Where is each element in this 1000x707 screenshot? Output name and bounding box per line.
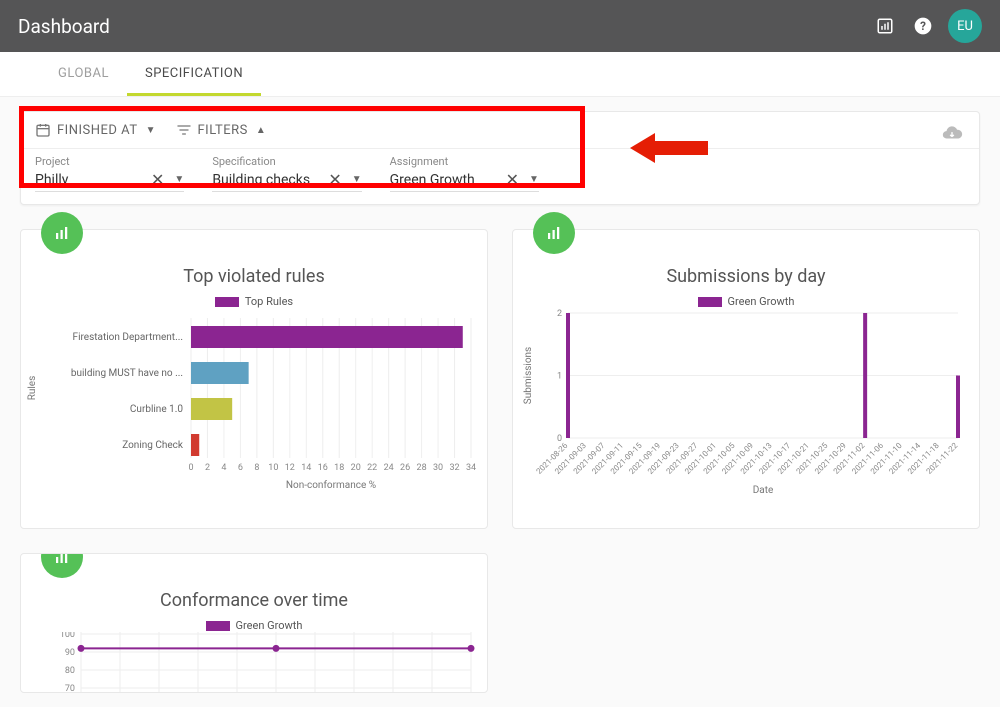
card-top-violated-rules: Top violated rules Top Rules 02468101214…	[20, 229, 488, 529]
chevron-up-icon[interactable]: ▲	[256, 125, 266, 136]
filter-bar: FINISHED AT ▼ FILTERS ▲ Project Philly ✕…	[20, 111, 980, 205]
calendar-icon	[35, 122, 51, 138]
svg-text:20: 20	[351, 463, 361, 473]
svg-text:Rules: Rules	[27, 376, 38, 401]
card-conformance-over-time: Conformance over time Green Growth 60708…	[20, 553, 488, 693]
chart-legend: Top Rules	[21, 295, 487, 308]
filter-value[interactable]: Building checks	[212, 172, 322, 188]
filter-icon	[176, 122, 192, 138]
help-icon[interactable]: ?	[906, 9, 940, 43]
date-chip-label[interactable]: FINISHED AT	[57, 123, 138, 138]
chevron-down-icon[interactable]: ▼	[174, 174, 184, 185]
svg-text:18: 18	[334, 463, 344, 473]
filter-value[interactable]: Green Growth	[390, 172, 500, 188]
filter-label: Assignment	[390, 155, 539, 168]
svg-text:building MUST have no ...: building MUST have no ...	[71, 368, 183, 379]
svg-text:2: 2	[205, 463, 210, 473]
chevron-down-icon[interactable]: ▼	[529, 174, 539, 185]
clear-icon[interactable]: ✕	[328, 170, 341, 189]
svg-text:14: 14	[301, 463, 311, 473]
stats-icon[interactable]	[868, 9, 902, 43]
chevron-down-icon[interactable]: ▼	[146, 125, 156, 136]
svg-text:80: 80	[65, 666, 75, 676]
svg-text:Submissions: Submissions	[523, 347, 534, 404]
svg-text:?: ?	[920, 19, 926, 33]
chart-legend: Green Growth	[21, 619, 487, 632]
chart-badge-icon	[41, 212, 83, 254]
bar-chart-vertical: 0122021-08-262021-09-032021-09-072021-09…	[513, 308, 981, 508]
legend-swatch	[698, 297, 722, 307]
page-title: Dashboard	[18, 15, 110, 38]
svg-text:8: 8	[254, 463, 259, 473]
clear-icon[interactable]: ✕	[151, 170, 164, 189]
svg-text:28: 28	[417, 463, 427, 473]
svg-text:Non-conformance %: Non-conformance %	[286, 479, 376, 491]
svg-text:90: 90	[65, 648, 75, 658]
legend-label: Top Rules	[245, 295, 293, 308]
legend-label: Green Growth	[728, 295, 795, 308]
chart-badge-icon	[533, 212, 575, 254]
chart-badge-icon	[41, 553, 83, 578]
line-chart: 60708090100	[21, 632, 488, 693]
svg-text:Curbline 1.0: Curbline 1.0	[130, 404, 183, 415]
legend-label: Green Growth	[236, 619, 303, 632]
svg-text:4: 4	[221, 463, 226, 473]
legend-swatch	[215, 297, 239, 307]
filter-label: Specification	[212, 155, 361, 168]
svg-text:24: 24	[384, 463, 394, 473]
tabs: GLOBAL SPECIFICATION	[0, 52, 1000, 97]
svg-text:16: 16	[318, 463, 328, 473]
legend-swatch	[206, 621, 230, 631]
filter-project: Project Philly ✕ ▼	[35, 155, 184, 192]
card-title: Conformance over time	[21, 590, 487, 611]
avatar[interactable]: EU	[948, 9, 982, 43]
download-cloud-icon[interactable]	[941, 122, 963, 148]
svg-text:1: 1	[557, 372, 562, 382]
filter-value[interactable]: Philly	[35, 172, 145, 188]
card-title: Top violated rules	[21, 266, 487, 287]
chart-legend: Green Growth	[513, 295, 979, 308]
filter-assignment: Assignment Green Growth ✕ ▼	[390, 155, 539, 192]
chevron-down-icon[interactable]: ▼	[352, 174, 362, 185]
svg-text:0: 0	[188, 463, 193, 473]
svg-text:Firestation Department...: Firestation Department...	[73, 332, 183, 343]
svg-text:10: 10	[268, 463, 278, 473]
topbar: Dashboard ? EU	[0, 0, 1000, 52]
tab-global[interactable]: GLOBAL	[40, 52, 127, 96]
svg-text:70: 70	[65, 684, 75, 693]
filters-chip-label[interactable]: FILTERS	[198, 123, 248, 138]
svg-text:32: 32	[449, 463, 459, 473]
svg-text:26: 26	[400, 463, 410, 473]
clear-icon[interactable]: ✕	[506, 170, 519, 189]
filter-label: Project	[35, 155, 184, 168]
filter-specification: Specification Building checks ✕ ▼	[212, 155, 361, 192]
svg-text:12: 12	[285, 463, 295, 473]
svg-text:Date: Date	[753, 485, 774, 496]
svg-text:2: 2	[557, 309, 562, 319]
svg-text:22: 22	[367, 463, 377, 473]
card-title: Submissions by day	[513, 266, 979, 287]
card-submissions-by-day: Submissions by day Green Growth 0122021-…	[512, 229, 980, 529]
bar-chart-horizontal: 0246810121416182022242628303234Firestati…	[21, 308, 489, 508]
svg-text:34: 34	[466, 463, 476, 473]
svg-text:30: 30	[433, 463, 443, 473]
svg-text:100: 100	[60, 632, 75, 640]
svg-text:6: 6	[238, 463, 243, 473]
svg-text:Zoning Check: Zoning Check	[122, 440, 184, 451]
tab-specification[interactable]: SPECIFICATION	[127, 52, 261, 96]
